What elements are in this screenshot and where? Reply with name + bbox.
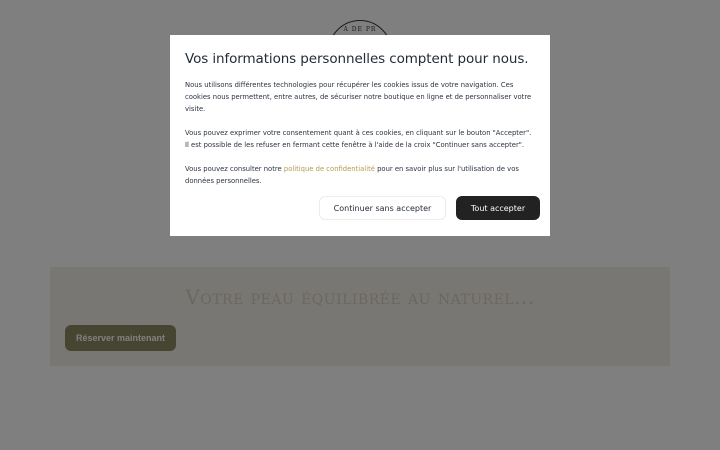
- privacy-policy-link[interactable]: politique de confidentialité: [284, 165, 375, 173]
- accept-all-button[interactable]: Tout accepter: [456, 196, 540, 220]
- cookie-consent-dialog: Vos informations personnelles comptent p…: [170, 35, 550, 236]
- dialog-paragraph-privacy: Vous pouvez consulter notre politique de…: [185, 163, 535, 187]
- dialog-paragraph-consent: Vous pouvez exprimer votre consentement …: [185, 129, 532, 149]
- dialog-title: Vos informations personnelles comptent p…: [185, 51, 529, 67]
- dialog-actions: Continuer sans accepter Tout accepter: [319, 196, 540, 220]
- dialog-paragraph-cookies: Nous utilisons différentes technologies …: [185, 81, 532, 113]
- privacy-text-before: Vous pouvez consulter notre: [185, 165, 284, 173]
- continue-without-accepting-button[interactable]: Continuer sans accepter: [319, 196, 446, 220]
